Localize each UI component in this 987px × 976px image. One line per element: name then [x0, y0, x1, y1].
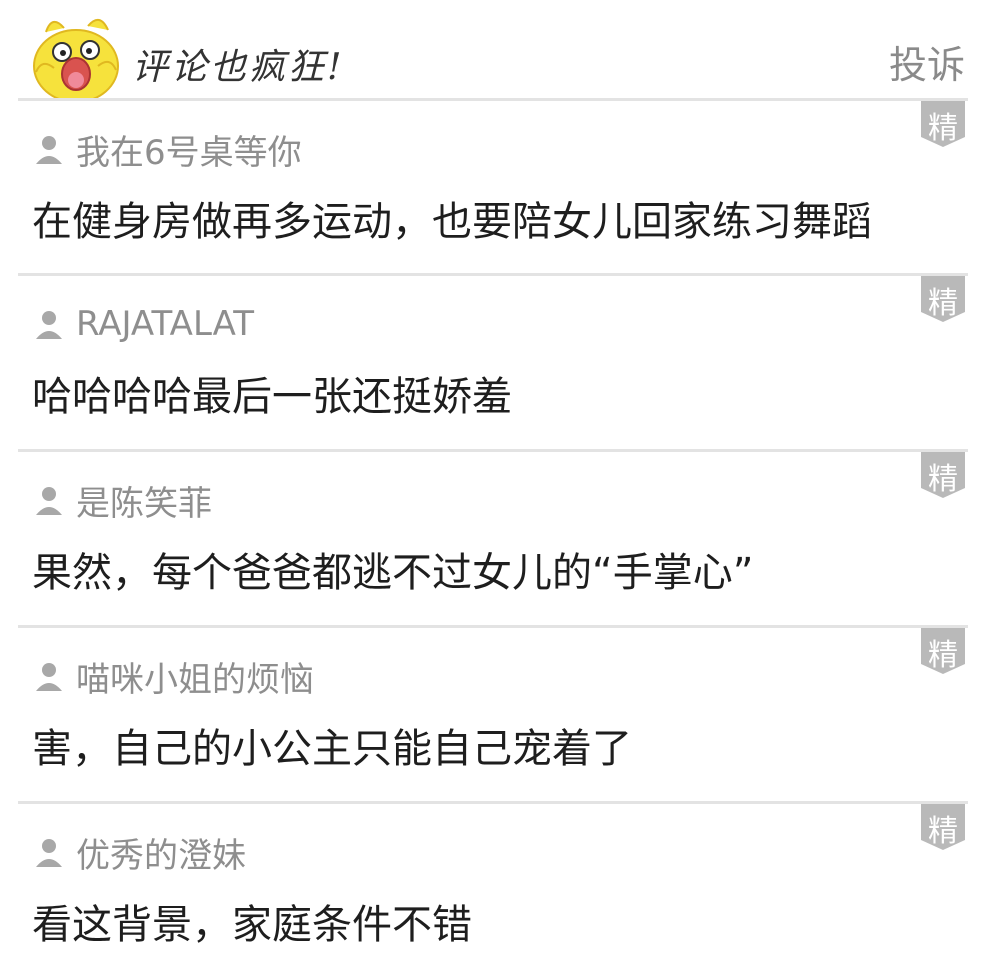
user-row: 我在6号桌等你	[34, 125, 302, 174]
featured-badge: 精	[921, 101, 965, 147]
chick-mascot-icon	[33, 19, 119, 100]
user-icon	[36, 487, 62, 515]
comment-text: 哈哈哈哈最后一张还挺娇羞	[32, 374, 512, 420]
featured-badge: 精	[921, 628, 965, 674]
comment-text: 看这背景，家庭条件不错	[32, 902, 472, 948]
featured-badge: 精	[921, 804, 965, 850]
comment-item: 精 我在6号桌等你 在健身房做再多运动，也要陪女儿回家练习舞蹈	[0, 101, 987, 273]
user-row: 喵咪小姐的烦恼	[34, 652, 314, 701]
report-button[interactable]: 投诉	[889, 34, 965, 89]
comment-text: 害，自己的小公主只能自己宠着了	[32, 726, 632, 772]
comment-username[interactable]: 优秀的澄妹	[76, 828, 246, 877]
comment-item: 精 喵咪小姐的烦恼 害，自己的小公主只能自己宠着了	[0, 628, 987, 800]
badge-label: 精	[928, 286, 958, 321]
comment-text: 果然，每个爸爸都逃不过女儿的“手掌心”	[32, 550, 754, 596]
comment-item: 精 是陈笑菲 果然，每个爸爸都逃不过女儿的“手掌心”	[0, 452, 987, 624]
header-title: 评论也疯狂!	[132, 47, 345, 88]
badge-label: 精	[928, 638, 958, 673]
user-icon	[36, 136, 62, 164]
comment-username[interactable]: RAJATALAT	[76, 304, 254, 344]
featured-badge: 精	[921, 452, 965, 498]
featured-badge: 精	[921, 276, 965, 322]
user-icon	[36, 663, 62, 691]
comment-item: 精 RAJATALAT 哈哈哈哈最后一张还挺娇羞	[0, 276, 987, 448]
user-row: RAJATALAT	[34, 302, 254, 346]
comment-username[interactable]: 我在6号桌等你	[76, 125, 302, 174]
user-icon	[36, 839, 62, 867]
badge-label: 精	[928, 814, 958, 849]
comment-item: 精 优秀的澄妹 看这背景，家庭条件不错	[0, 804, 987, 976]
comments-header: 评论也疯狂! 投诉	[0, 0, 987, 100]
badge-label: 精	[928, 111, 958, 146]
comment-username[interactable]: 喵咪小姐的烦恼	[76, 652, 314, 701]
comment-text: 在健身房做再多运动，也要陪女儿回家练习舞蹈	[32, 199, 872, 245]
user-row: 优秀的澄妹	[34, 828, 246, 877]
comment-username[interactable]: 是陈笑菲	[76, 476, 212, 525]
user-row: 是陈笑菲	[34, 476, 212, 525]
badge-label: 精	[928, 462, 958, 497]
user-icon	[36, 311, 62, 339]
